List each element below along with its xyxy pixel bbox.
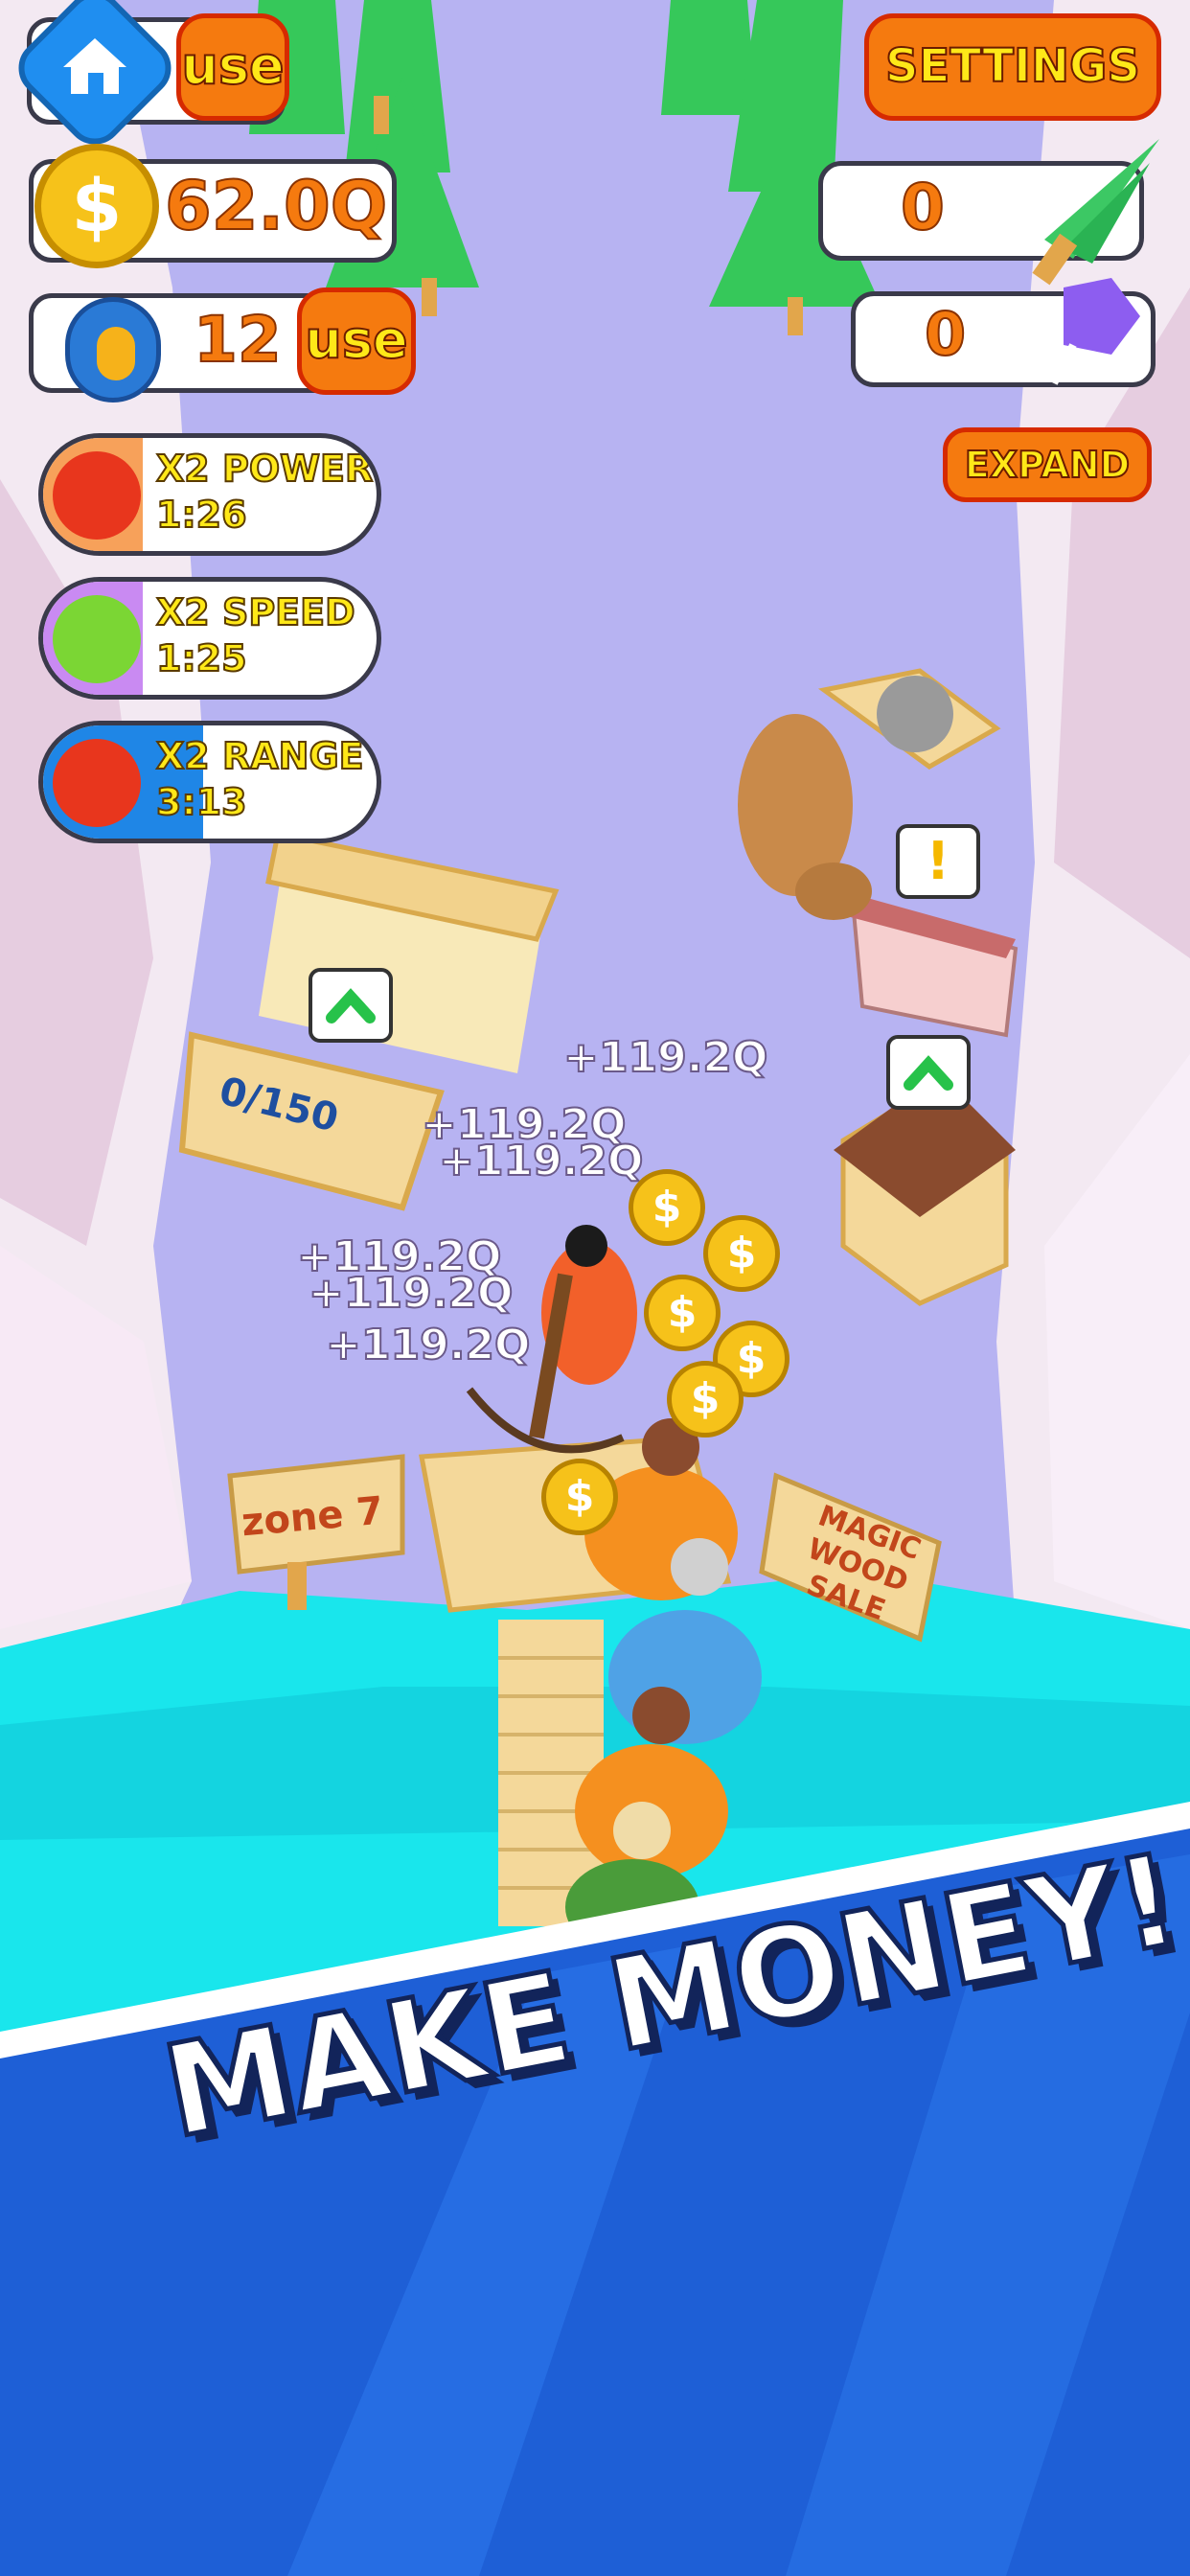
chevron-up-icon (904, 1055, 953, 1091)
boost-power-label: X2 POWER (155, 447, 374, 491)
crystal-icon (1050, 278, 1140, 385)
boost-power[interactable]: X2 POWER 1:26 (38, 433, 381, 556)
seeds-value: 12 (193, 302, 283, 378)
expand-button[interactable]: EXPAND (943, 427, 1152, 502)
settings-label: SETTINGS (884, 38, 1141, 94)
home-use-button[interactable]: use (176, 13, 289, 121)
boost-speed-label: X2 SPEED (155, 590, 356, 634)
boost-range-timer: 3:13 (155, 780, 248, 824)
seed-icon (65, 297, 161, 402)
boost-range-label: X2 RANGE (155, 734, 365, 778)
resource-value: 0 (924, 298, 967, 370)
coin-icon: $ (644, 1275, 721, 1351)
boost-range[interactable]: X2 RANGE 3:13 (38, 721, 381, 843)
home-icon (63, 38, 126, 94)
apple-icon (53, 451, 141, 540)
earn-popup: +119.2Q (308, 1268, 514, 1319)
coin-icon: $ (667, 1361, 744, 1438)
boost-speed-timer: 1:25 (155, 636, 248, 680)
earn-popup: +119.2Q (325, 1320, 531, 1370)
coin-icon: $ (703, 1215, 780, 1292)
seeds-use-label: use (304, 309, 408, 371)
home-use-label: use (180, 34, 285, 97)
mushroom-icon (53, 739, 141, 827)
leaf-icon (53, 595, 141, 683)
settings-button[interactable]: SETTINGS (864, 13, 1161, 121)
coin-icon: $ (541, 1459, 618, 1535)
wood-value: 0 (900, 170, 946, 245)
storage-upgrade-bubble[interactable] (309, 968, 393, 1043)
coins-value: 62.0Q (164, 166, 388, 246)
kennel-upgrade-bubble[interactable] (886, 1035, 971, 1110)
tree-icon (1032, 139, 1159, 286)
expand-label: EXPAND (964, 443, 1131, 487)
boost-speed[interactable]: X2 SPEED 1:25 (38, 577, 381, 700)
chevron-up-icon (326, 988, 376, 1024)
earn-popup: +119.2Q (562, 1032, 768, 1083)
boost-power-timer: 1:26 (155, 493, 248, 537)
seeds-use-button[interactable]: use (297, 288, 416, 395)
cabinet-alert-bubble[interactable]: ! (896, 824, 980, 899)
coin-icon: $ (34, 144, 159, 268)
alert-icon: ! (926, 831, 950, 891)
coin-icon: $ (629, 1169, 705, 1246)
earn-popup: +119.2Q (438, 1136, 644, 1186)
